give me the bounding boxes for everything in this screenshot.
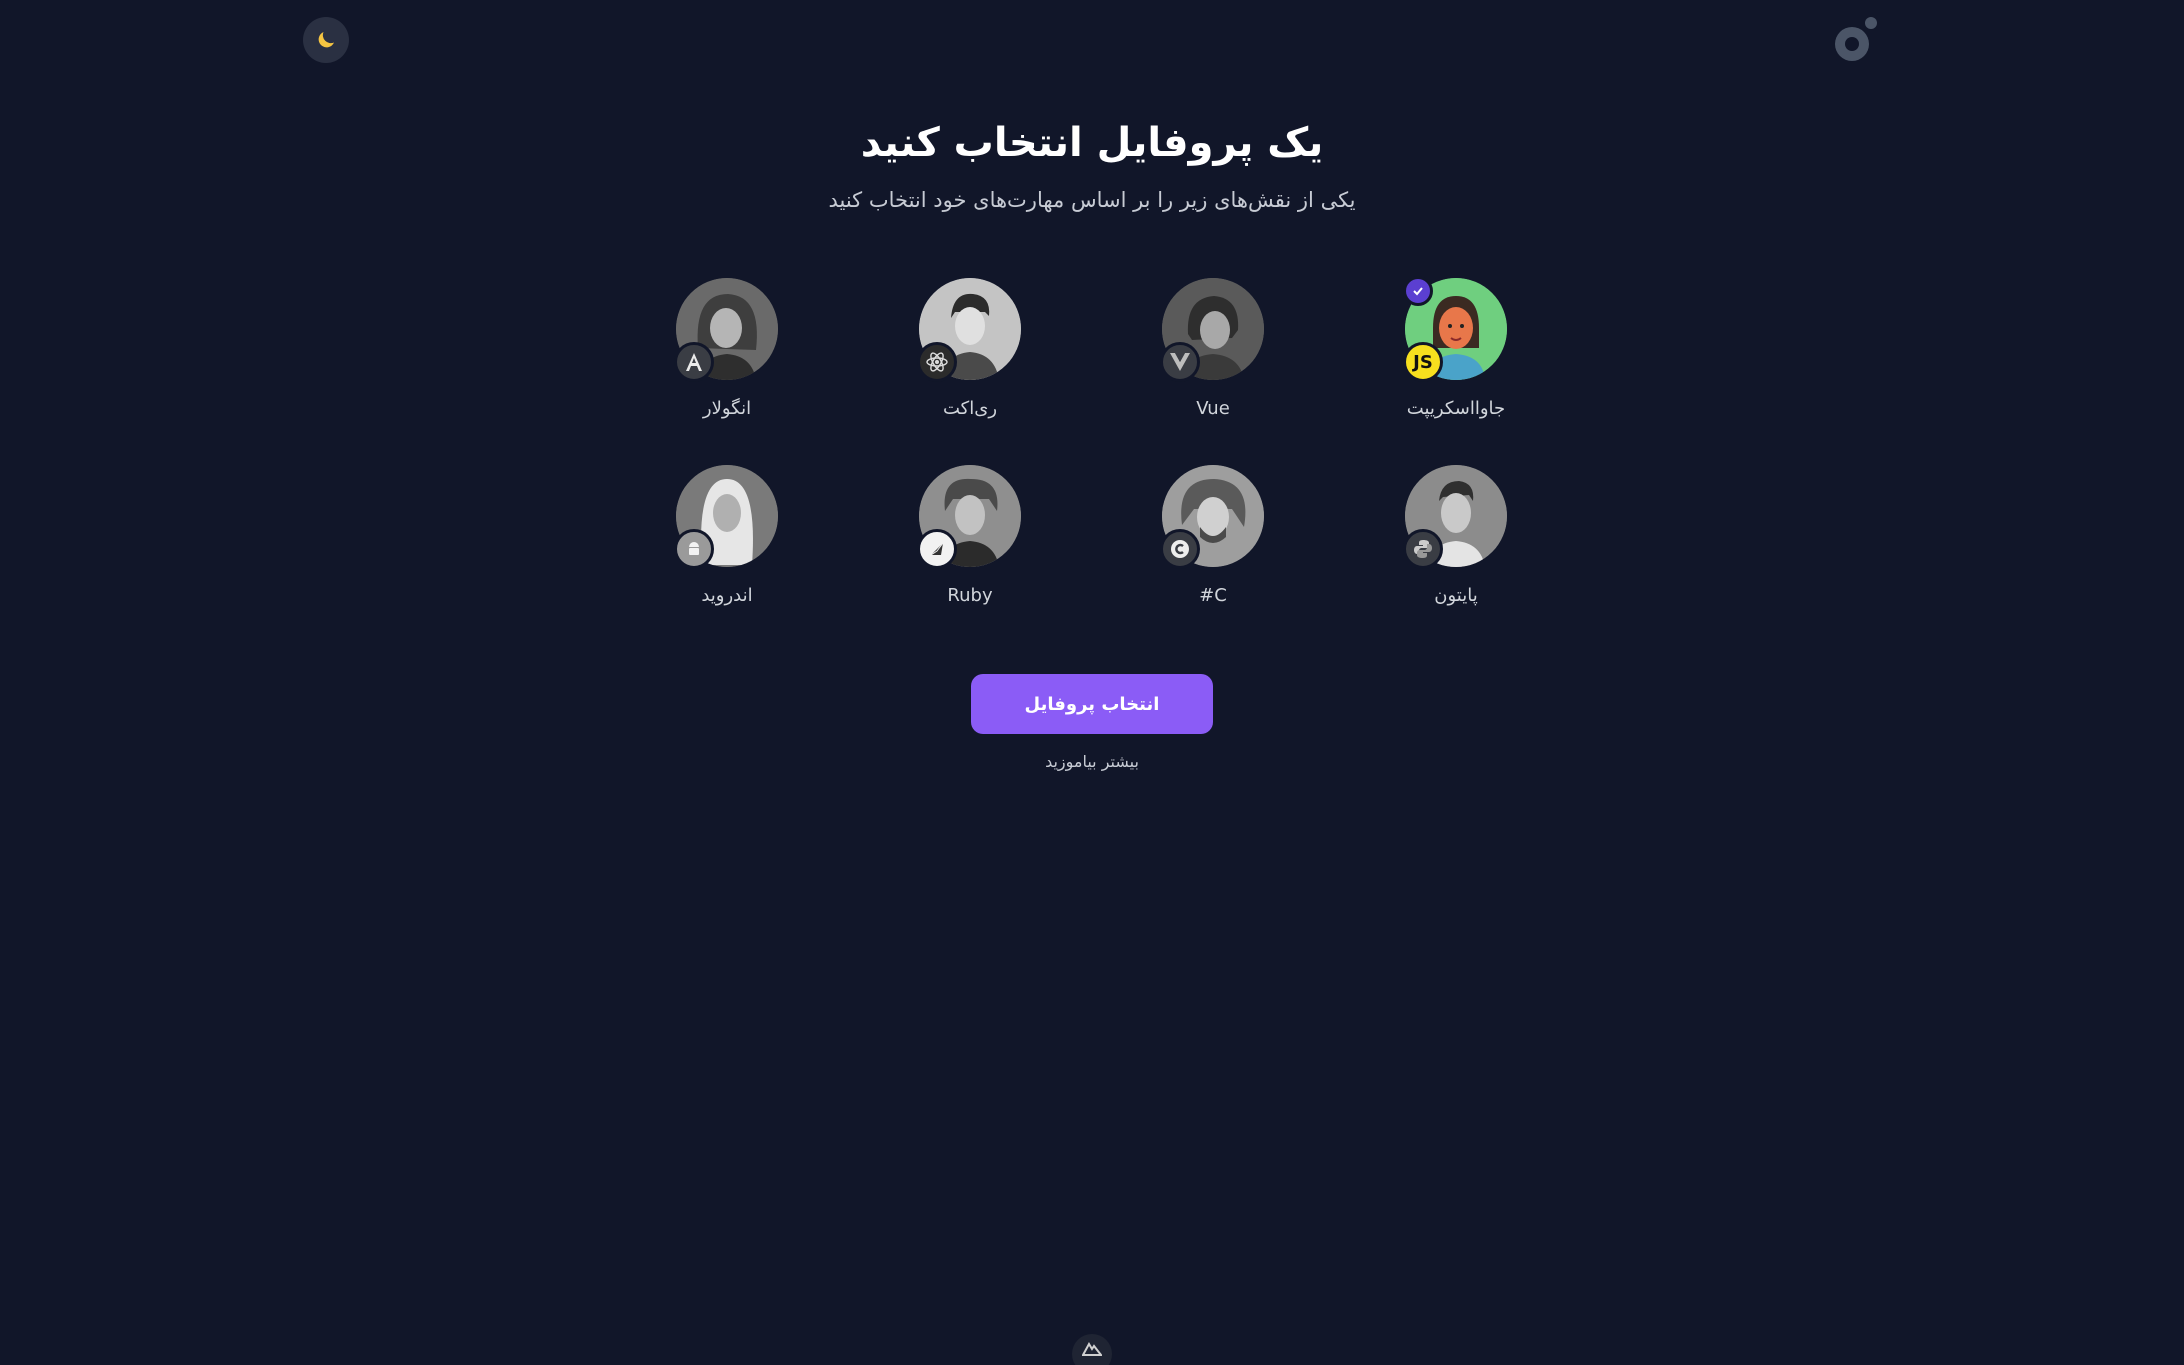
profile-python[interactable]: پایتون <box>1371 465 1541 606</box>
react-icon <box>917 342 957 382</box>
profile-react[interactable]: ری‌اکت <box>885 278 1055 419</box>
profile-label: انگولار <box>702 398 752 419</box>
select-profile-button[interactable]: انتخاب پروفایل <box>971 674 1213 734</box>
profile-label: جاوااسکریپت <box>1406 398 1506 419</box>
selected-check-icon <box>1403 276 1433 306</box>
avatar: JS <box>1403 276 1507 382</box>
python-icon <box>1403 529 1443 569</box>
profile-label: Vue <box>1196 398 1230 419</box>
avatar <box>1160 278 1264 382</box>
brand-logo-icon <box>1835 17 1877 61</box>
profile-label: اندروید <box>701 585 753 606</box>
nuxt-icon[interactable] <box>1072 1334 1112 1365</box>
avatar <box>917 278 1021 382</box>
profile-ruby[interactable]: Ruby <box>885 465 1055 606</box>
angular-icon <box>674 342 714 382</box>
profile-javascript[interactable]: JS جاوااسکریپت <box>1371 276 1541 419</box>
avatar <box>674 278 778 382</box>
profile-angular[interactable]: انگولار <box>642 278 812 419</box>
page-subtitle: یکی از نقش‌های زیر را بر اساس مهارت‌های … <box>828 188 1356 212</box>
learn-more-link[interactable]: بیشتر بیاموزید <box>0 752 2184 771</box>
moon-icon <box>318 32 334 48</box>
profile-selection-page: یک پروفایل انتخاب کنید یکی از نقش‌های زی… <box>0 0 2184 1365</box>
profile-vue[interactable]: Vue <box>1128 278 1298 419</box>
profile-label: Ruby <box>947 585 993 606</box>
profile-label: پایتون <box>1434 585 1478 606</box>
android-icon <box>674 529 714 569</box>
profile-label: ری‌اکت <box>942 398 998 419</box>
page-title: یک پروفایل انتخاب کنید <box>860 120 1324 166</box>
javascript-icon: JS <box>1403 342 1443 382</box>
avatar <box>1160 465 1264 569</box>
profile-android[interactable]: اندروید <box>642 465 812 606</box>
profile-label: #C <box>1199 585 1227 606</box>
avatar <box>1403 465 1507 569</box>
avatar <box>917 465 1021 569</box>
theme-toggle-button[interactable] <box>303 17 349 63</box>
ruby-icon <box>917 529 957 569</box>
profile-csharp[interactable]: #C <box>1128 465 1298 606</box>
avatar <box>674 465 778 569</box>
vue-icon <box>1160 342 1200 382</box>
csharp-icon <box>1160 529 1200 569</box>
